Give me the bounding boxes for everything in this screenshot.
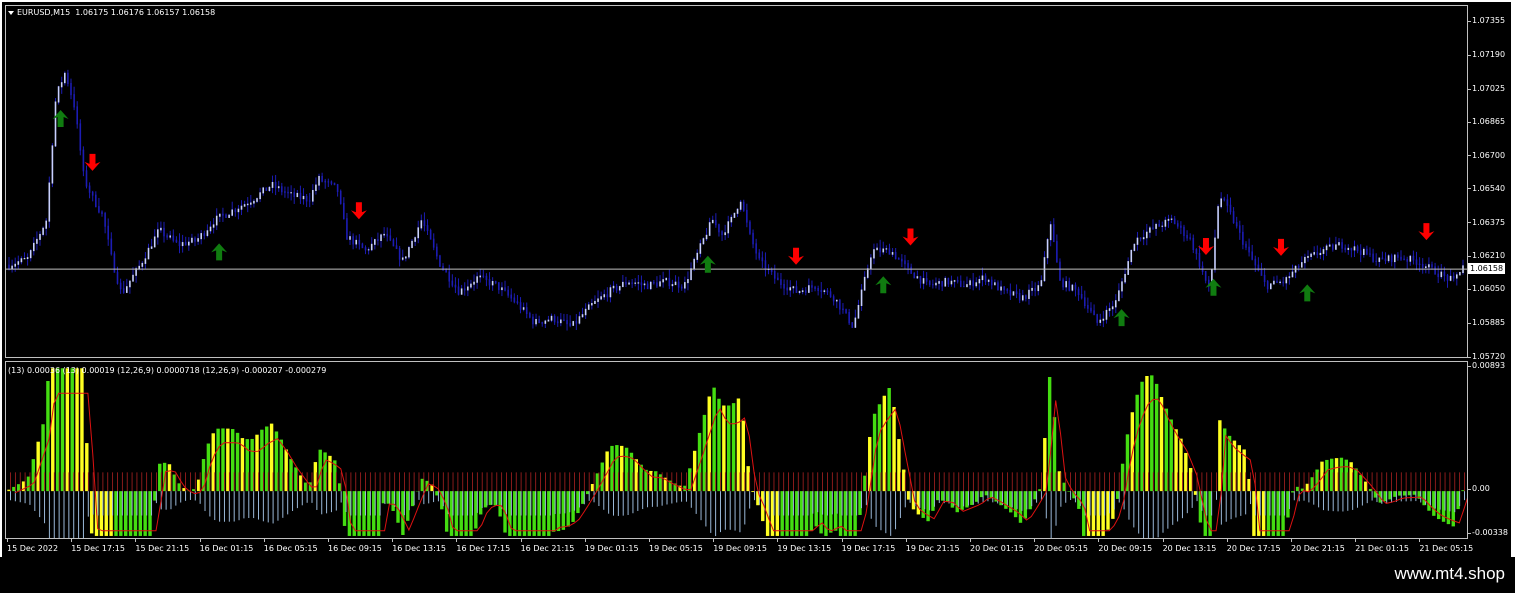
chart-window[interactable]: EURUSD,M15 1.06175 1.06176 1.06157 1.061… bbox=[2, 2, 1511, 557]
arrow-down-icon bbox=[902, 228, 919, 246]
price-tick-label: 1.05885 bbox=[1467, 318, 1506, 328]
price-axis: 1.07355 1.07190 1.07025 1.06865 1.06700 1.065… bbox=[1467, 5, 1511, 361]
price-tick-label: 1.07355 bbox=[1467, 16, 1506, 26]
arrow-down-icon bbox=[350, 202, 367, 220]
price-tick-label: 1.06375 bbox=[1467, 217, 1506, 227]
triangle-down-icon[interactable] bbox=[8, 10, 14, 15]
price-tick-label: 1.06700 bbox=[1467, 150, 1506, 160]
price-tick-label: 1.06865 bbox=[1467, 117, 1506, 126]
time-tick-label: 20 Dec 05:15 bbox=[1034, 539, 1088, 553]
arrow-down-icon bbox=[1197, 238, 1214, 256]
time-tick-label: 16 Dec 09:15 bbox=[328, 539, 382, 553]
time-tick-label: 16 Dec 01:15 bbox=[199, 539, 254, 553]
time-tick-label: 20 Dec 09:15 bbox=[1098, 539, 1153, 553]
indicator-label: (13) 0.00036 (13) 0.00019 (12,26,9) 0.00… bbox=[8, 366, 327, 375]
footer-bar: www.mt4.shop bbox=[0, 557, 1515, 593]
indicator-tick-label: 0.00893 bbox=[1467, 361, 1506, 370]
current-price-label: 1.06158 bbox=[1468, 262, 1506, 274]
time-tick-label: 20 Dec 17:15 bbox=[1226, 539, 1281, 553]
time-tick-label: 19 Dec 17:15 bbox=[841, 539, 896, 553]
time-tick-label: 15 Dec 17:15 bbox=[71, 539, 125, 553]
arrow-down-icon bbox=[1273, 238, 1290, 256]
price-tick-label: 1.07025 bbox=[1467, 84, 1506, 94]
arrow-up-icon bbox=[211, 243, 228, 261]
indicator-axis: 0.00893 0.00 -0.00338 bbox=[1467, 361, 1511, 539]
price-chart-pane[interactable] bbox=[5, 5, 1468, 358]
price-tick-label: 1.06540 bbox=[1467, 183, 1506, 193]
time-tick-label: 16 Dec 21:15 bbox=[520, 539, 575, 553]
indicator-chart bbox=[7, 368, 1467, 538]
time-tick-label: 19 Dec 01:15 bbox=[584, 539, 639, 553]
time-tick-label: 20 Dec 13:15 bbox=[1162, 539, 1217, 553]
time-tick-label: 20 Dec 21:15 bbox=[1291, 539, 1345, 553]
arrow-up-icon bbox=[1299, 284, 1316, 302]
watermark-text: www.mt4.shop bbox=[1394, 564, 1505, 583]
time-tick-label: 16 Dec 13:15 bbox=[392, 539, 446, 553]
symbol-label: EURUSD,M15 bbox=[17, 8, 71, 17]
indicator-tick-label: 0.00 bbox=[1468, 484, 1490, 494]
arrow-up-icon bbox=[875, 276, 892, 294]
price-tick-label: 1.06210 bbox=[1467, 251, 1506, 261]
time-tick-label: 21 Dec 05:15 bbox=[1419, 539, 1474, 553]
time-tick-label: 20 Dec 01:15 bbox=[970, 539, 1024, 553]
time-tick-label: 16 Dec 05:15 bbox=[263, 539, 318, 553]
time-tick-label: 19 Dec 13:15 bbox=[777, 539, 832, 553]
time-tick-label: 19 Dec 05:15 bbox=[649, 539, 703, 553]
symbol-info-bar: EURUSD,M15 1.06175 1.06176 1.06157 1.061… bbox=[8, 8, 215, 17]
arrow-up-icon bbox=[699, 255, 716, 273]
price-tick-label: 1.06050 bbox=[1467, 284, 1506, 294]
arrow-down-icon bbox=[1418, 223, 1435, 241]
mt4-terminal: EURUSD,M15 1.06175 1.06176 1.06157 1.061… bbox=[0, 0, 1515, 593]
time-tick-label: 19 Dec 09:15 bbox=[713, 539, 767, 553]
time-tick-label: 16 Dec 17:15 bbox=[456, 539, 511, 553]
arrow-down-icon bbox=[788, 247, 805, 265]
arrow-up-icon bbox=[1205, 278, 1222, 296]
price-tick-label: 1.07190 bbox=[1467, 50, 1506, 60]
time-tick-label: 15 Dec 2022 bbox=[7, 539, 59, 553]
indicator-tick-label: -0.00338 bbox=[1468, 528, 1508, 537]
time-tick-label: 21 Dec 01:15 bbox=[1355, 539, 1409, 553]
price-chart bbox=[6, 69, 1467, 331]
time-tick-label: 15 Dec 21:15 bbox=[135, 539, 190, 553]
ohlc-values: 1.06175 1.06176 1.06157 1.06158 bbox=[75, 8, 216, 17]
time-axis: 15 Dec 2022 15 Dec 17:15 15 Dec 21:15 16 De… bbox=[5, 539, 1473, 557]
price-tick-label: 1.05720 bbox=[1467, 352, 1506, 361]
indicator-pane[interactable] bbox=[5, 361, 1468, 539]
time-tick-label: 19 Dec 21:15 bbox=[905, 539, 960, 553]
